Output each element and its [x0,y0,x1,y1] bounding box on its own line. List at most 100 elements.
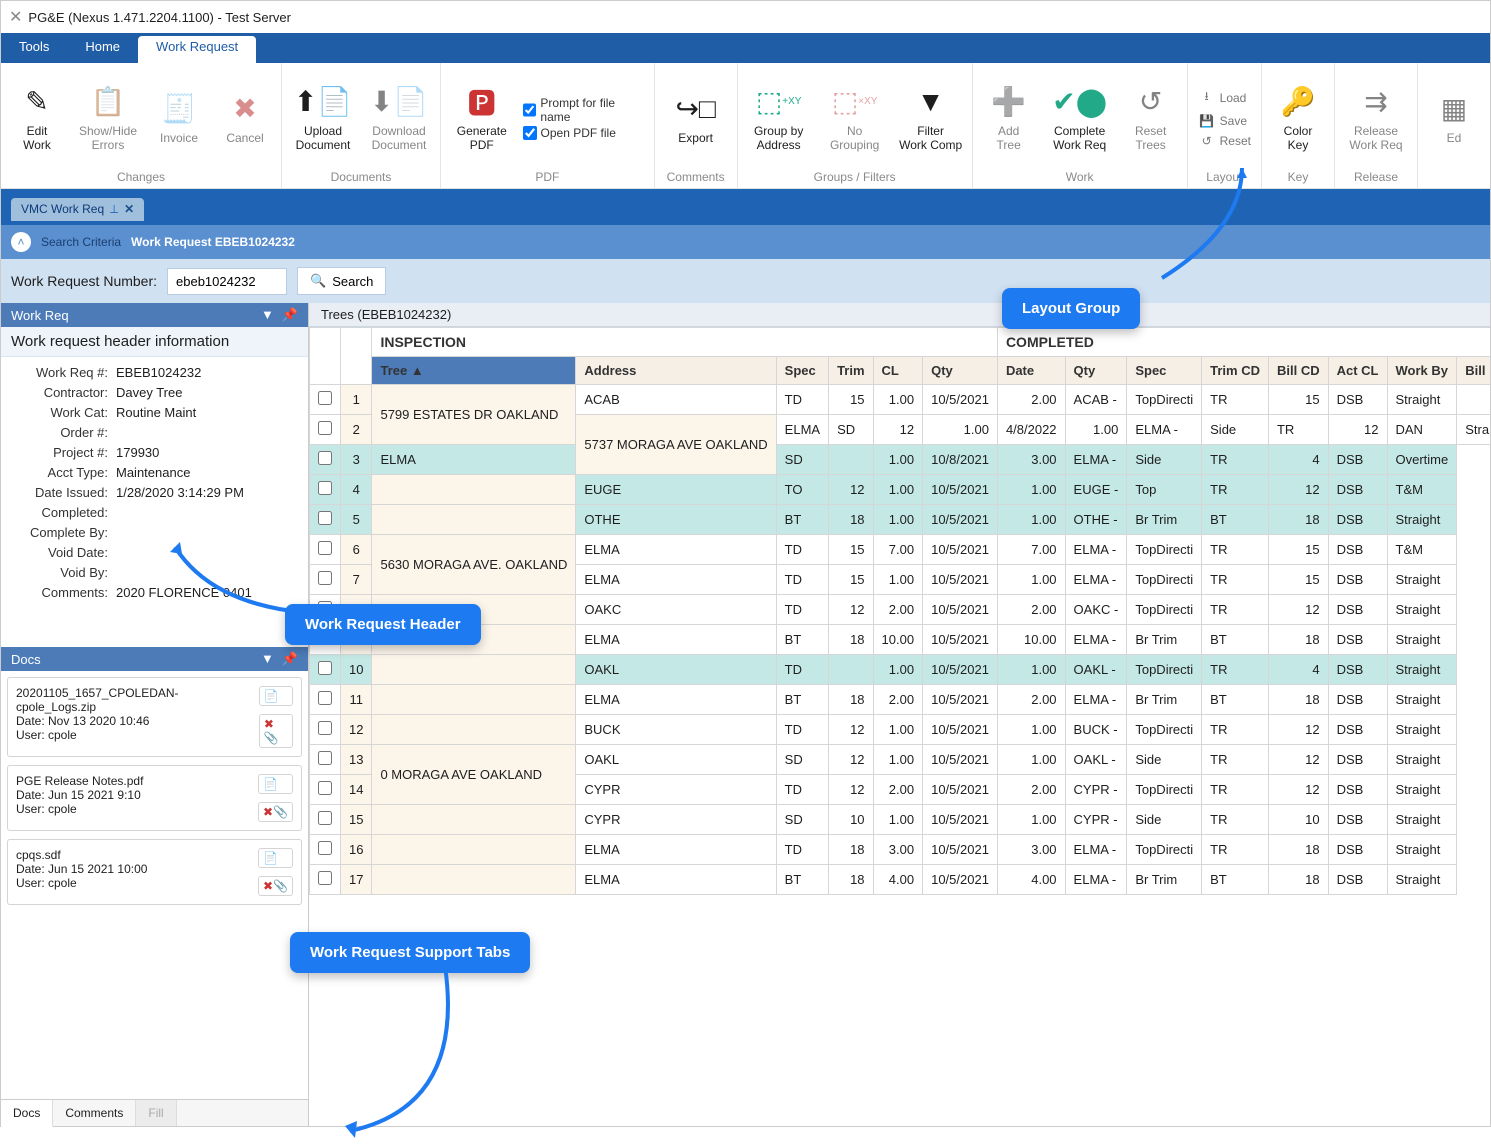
collapse-toggle[interactable]: ˄ [11,232,31,252]
table-row[interactable]: 6 5630 MORAGA AVE. OAKLAND ELMA TD 15 7.… [310,535,1491,565]
filter-icon: ▼ [917,84,945,120]
generate-pdf-button[interactable]: 🅿Generate PDF [447,80,517,156]
panel-pin-icon[interactable]: 📌 [282,651,298,667]
table-row[interactable]: 15 CYPR SD 10 1.00 10/5/2021 1.00 CYPR -… [310,805,1491,835]
row-checkbox[interactable] [310,415,341,445]
doc-open-icon[interactable]: 📄 [258,774,293,794]
col-billcd[interactable]: Bill CD [1268,357,1328,385]
menu-work-request[interactable]: Work Request [138,36,256,63]
col-cl[interactable]: CL [873,357,923,385]
cell-qty: 1.00 [873,805,923,835]
col-spec[interactable]: Spec [776,357,828,385]
table-row[interactable]: 13 0 MORAGA AVE OAKLAND OAKL SD 12 1.00 … [310,745,1491,775]
add-tree-button[interactable]: ➕Add Tree [979,80,1039,156]
layout-load-button[interactable]: ⭳Load [1194,85,1255,110]
release-work-req-button[interactable]: ⇉Release Work Req [1341,80,1411,156]
table-row[interactable]: 12 BUCK TD 12 1.00 10/5/2021 1.00 BUCK -… [310,715,1491,745]
col-trim[interactable]: Trim [829,357,873,385]
menu-tools[interactable]: Tools [1,33,67,63]
pin-icon[interactable]: ⟂ [110,202,118,217]
row-checkbox[interactable] [310,655,341,685]
cell-trimcd: TopDirecti [1127,835,1202,865]
panel-menu-icon[interactable]: ▼ [261,307,274,323]
wr-number-input[interactable] [167,268,287,295]
col-spec2[interactable]: Spec [1127,357,1202,385]
doc-open-icon[interactable]: 📄 [259,686,293,706]
layout-reset-button[interactable]: ↺Reset [1194,132,1255,150]
doc-item[interactable]: 20201105_1657_CPOLEDAN-cpole_Logs.zipDat… [7,677,302,757]
col-billrate[interactable]: Bill Rate [1457,357,1490,385]
side-tab-docs[interactable]: Docs [1,1100,53,1127]
row-checkbox[interactable] [310,475,341,505]
doc-item[interactable]: PGE Release Notes.pdfDate: Jun 15 2021 9… [7,765,302,831]
doc-delete-icon[interactable]: ✖📎 [259,714,293,748]
group-by-address-button[interactable]: ⬚+XYGroup by Address [744,80,814,156]
table-row[interactable]: 5 OTHE BT 18 1.00 10/5/2021 1.00 OTHE - … [310,505,1491,535]
no-grouping-button[interactable]: ⬚×XYNo Grouping [820,80,890,156]
cancel-button[interactable]: ✖Cancel [215,87,275,149]
cell-qty: 1.00 [873,745,923,775]
panel-pin-icon[interactable]: 📌 [282,307,298,323]
side-tab-fill[interactable]: Fill [136,1100,176,1126]
doc-item[interactable]: cpqs.sdfDate: Jun 15 2021 10:00User: cpo… [7,839,302,905]
doc-delete-icon[interactable]: ✖📎 [258,876,293,896]
col-actcl[interactable]: Act CL [1328,357,1387,385]
doc-tab-vmc-work-req[interactable]: VMC Work Req ⟂ ✕ [11,198,144,221]
color-key-button[interactable]: 🔑Color Key [1268,80,1328,156]
close-icon[interactable]: ✕ [124,202,134,216]
col-qty2[interactable]: Qty [1065,357,1127,385]
ed-button[interactable]: ▦Ed [1424,87,1484,149]
col-workby[interactable]: Work By [1387,357,1457,385]
panel-menu-icon[interactable]: ▼ [261,651,274,667]
col-tree[interactable]: Tree ▲ [372,357,576,385]
cell-spec: BUCK [576,715,776,745]
ribbon-group-changes: ✎Edit Work 📋Show/Hide Errors 🧾Invoice ✖C… [1,63,282,188]
prompt-filename-checkbox[interactable]: Prompt for file name [523,96,648,124]
row-checkbox[interactable] [310,865,341,895]
col-trimcd[interactable]: Trim CD [1202,357,1269,385]
reset-trees-button[interactable]: ↺Reset Trees [1121,80,1181,156]
row-checkbox[interactable] [310,745,341,775]
row-checkbox[interactable] [310,685,341,715]
table-row[interactable]: 8 OAKC TD 12 2.00 10/5/2021 2.00 OAKC - … [310,595,1491,625]
row-checkbox[interactable] [310,385,341,415]
col-address[interactable]: Address [576,357,776,385]
invoice-button[interactable]: 🧾Invoice [149,87,209,149]
table-row[interactable]: 17 ELMA BT 18 4.00 10/5/2021 4.00 ELMA -… [310,865,1491,895]
table-row[interactable]: 16 ELMA TD 18 3.00 10/5/2021 3.00 ELMA -… [310,835,1491,865]
filter-work-comp-button[interactable]: ▼Filter Work Comp [896,80,966,156]
grid-tab[interactable]: Trees (EBEB1024232) [309,303,1490,327]
trees-table: INSPECTION COMPLETED Tree ▲ Address Spec… [309,327,1490,895]
table-row[interactable]: 9 ELMA BT 18 10.00 10/5/2021 10.00 ELMA … [310,625,1491,655]
complete-work-req-button[interactable]: ✔⬤Complete Work Req [1045,80,1115,156]
edit-work-button[interactable]: ✎Edit Work [7,80,67,156]
upload-document-button[interactable]: ⬆📄Upload Document [288,80,358,156]
show-hide-errors-button[interactable]: 📋Show/Hide Errors [73,80,143,156]
download-document-button[interactable]: ⬇📄Download Document [364,80,434,156]
row-checkbox[interactable] [310,715,341,745]
layout-save-button[interactable]: 💾Save [1194,112,1255,130]
row-checkbox[interactable] [310,505,341,535]
cell-billcd: TR [1202,445,1269,475]
col-date[interactable]: Date [997,357,1065,385]
doc-delete-icon[interactable]: ✖📎 [258,802,293,822]
side-tab-comments[interactable]: Comments [53,1100,136,1126]
open-pdf-checkbox[interactable]: Open PDF file [523,126,648,140]
doc-open-icon[interactable]: 📄 [258,848,293,868]
table-row[interactable]: 1 5799 ESTATES DR OAKLAND ACAB TD 15 1.0… [310,385,1491,415]
table-row[interactable]: 4 EUGE TO 12 1.00 10/5/2021 1.00 EUGE - … [310,475,1491,505]
group-icon: ⬚+XY [756,84,802,120]
reset-small-icon: ↺ [1198,134,1216,148]
row-checkbox[interactable] [310,805,341,835]
table-row[interactable]: 10 OAKL TD 1.00 10/5/2021 1.00 OAKL - To… [310,655,1491,685]
row-checkbox[interactable] [310,835,341,865]
table-row[interactable]: 3 ELMA SD 1.00 10/8/2021 3.00 ELMA - Sid… [310,445,1491,475]
table-row[interactable]: 11 ELMA BT 18 2.00 10/5/2021 2.00 ELMA -… [310,685,1491,715]
search-button[interactable]: 🔍Search [297,267,386,295]
col-qty[interactable]: Qty [923,357,998,385]
export-button[interactable]: ↪□Export [661,87,731,149]
cell-trimcd: Side [1127,805,1202,835]
row-checkbox[interactable] [310,775,341,805]
menu-home[interactable]: Home [67,33,138,63]
row-checkbox[interactable] [310,445,341,475]
